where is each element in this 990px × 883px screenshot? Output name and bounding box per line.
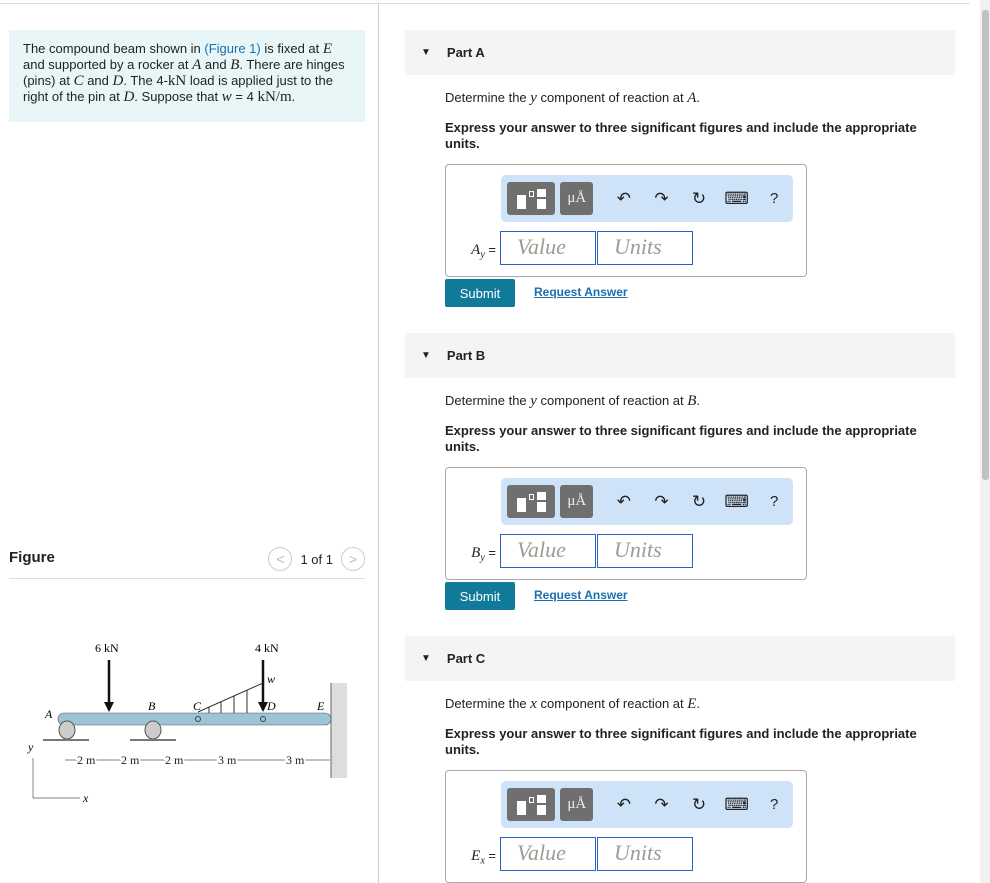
undo-icon[interactable]: ↶ <box>605 795 643 815</box>
beam <box>57 712 332 726</box>
dim-4: 3 m <box>218 753 237 767</box>
units-symbols-button[interactable]: μÅ <box>560 788 594 821</box>
answer-box: μÅ ↶ ↷ ↻ ⌨ ? Ay = Value Units <box>445 164 807 277</box>
instructions: Express your answer to three significant… <box>445 423 917 454</box>
reset-icon[interactable]: ↻ <box>680 492 718 512</box>
instructions: Express your answer to three significant… <box>445 120 917 151</box>
units-input[interactable]: Units <box>597 837 693 871</box>
part-title: Part B <box>446 348 486 363</box>
templates-button[interactable] <box>507 182 556 215</box>
beam-figure: 6 kN 4 kN w A B C D E y x 2 m 2 m 2 m 3 … <box>27 641 347 805</box>
submit-button[interactable]: Submit <box>445 582 515 610</box>
units-symbols-button[interactable]: μÅ <box>560 182 594 215</box>
figure-page-count: 1 of 1 <box>300 551 333 567</box>
units-symbols-button[interactable]: μÅ <box>560 485 594 518</box>
collapse-triangle-icon[interactable]: ▼ <box>421 47 431 58</box>
label-b: B <box>148 699 156 713</box>
answer-label: Ex = <box>471 848 496 867</box>
instructions: Express your answer to three significant… <box>445 726 917 757</box>
part-title: Part C <box>446 651 486 666</box>
dim-3: 2 m <box>165 753 184 767</box>
math-toolbar: μÅ ↶ ↷ ↻ ⌨ ? <box>501 175 793 222</box>
part-c: ▼ Part C Determine the x component of rea… <box>405 636 955 883</box>
answer-label: By = <box>471 545 496 564</box>
label-6kn: 6 kN <box>95 641 119 655</box>
submit-button[interactable]: Submit <box>445 279 515 307</box>
part-header[interactable]: ▼ Part A <box>405 30 955 75</box>
answer-box: μÅ ↶ ↷ ↻ ⌨ ? By = Value Units <box>445 467 807 580</box>
request-answer-link[interactable]: Request Answer <box>534 285 628 299</box>
label-4kn: 4 kN <box>255 641 279 655</box>
redo-icon[interactable]: ↷ <box>643 492 681 512</box>
keyboard-icon[interactable]: ⌨ <box>718 492 756 512</box>
part-b: ▼ Part B Determine the y component of rea… <box>405 333 955 610</box>
redo-icon[interactable]: ↷ <box>643 795 681 815</box>
help-icon[interactable]: ? <box>755 190 793 207</box>
label-c: C <box>193 699 202 713</box>
undo-icon[interactable]: ↶ <box>605 189 643 209</box>
pane-divider[interactable] <box>378 3 379 883</box>
help-icon[interactable]: ? <box>755 493 793 510</box>
part-a: ▼ Part A Determine the y component of rea… <box>405 30 955 307</box>
question-text: Determine the y component of reaction at… <box>445 90 701 106</box>
label-w: w <box>267 672 275 686</box>
templates-button[interactable] <box>507 485 556 518</box>
reset-icon[interactable]: ↻ <box>680 189 718 209</box>
dim-2: 2 m <box>121 753 140 767</box>
next-figure-button[interactable]: > <box>341 547 365 571</box>
axis-y-label: y <box>27 740 34 754</box>
part-title: Part A <box>446 45 485 60</box>
math-toolbar: μÅ ↶ ↷ ↻ ⌨ ? <box>501 781 793 828</box>
label-a: A <box>44 707 53 721</box>
figure-header: Figure < 1 of 1 > <box>9 545 365 579</box>
axis-x-label: x <box>82 791 89 805</box>
prev-figure-button[interactable]: < <box>268 547 293 571</box>
problem-statement: The compound beam shown in (Figure 1) is… <box>9 30 365 122</box>
value-input[interactable]: Value <box>500 534 596 568</box>
reset-icon[interactable]: ↻ <box>680 795 718 815</box>
keyboard-icon[interactable]: ⌨ <box>718 795 756 815</box>
fixed-wall <box>331 683 347 778</box>
math-toolbar: μÅ ↶ ↷ ↻ ⌨ ? <box>501 478 793 525</box>
collapse-triangle-icon[interactable]: ▼ <box>421 350 431 361</box>
dim-5: 3 m <box>286 753 305 767</box>
figure-link[interactable]: (Figure 1) <box>204 41 260 56</box>
keyboard-icon[interactable]: ⌨ <box>718 189 756 209</box>
figure-pager: < 1 of 1 > <box>268 547 365 571</box>
distributed-load <box>197 682 264 713</box>
top-border <box>0 3 970 4</box>
answer-box: μÅ ↶ ↷ ↻ ⌨ ? Ex = Value Units <box>445 770 807 883</box>
part-header[interactable]: ▼ Part C <box>405 636 955 681</box>
undo-icon[interactable]: ↶ <box>605 492 643 512</box>
question-text: Determine the y component of reaction at… <box>445 393 701 409</box>
question-text: Determine the x component of reaction at… <box>445 696 701 712</box>
answer-label: Ay = <box>471 242 496 261</box>
dim-1: 2 m <box>77 753 96 767</box>
label-e: E <box>316 699 325 713</box>
units-input[interactable]: Units <box>597 534 693 568</box>
collapse-triangle-icon[interactable]: ▼ <box>421 653 431 664</box>
scrollbar-thumb[interactable] <box>982 10 989 480</box>
help-icon[interactable]: ? <box>755 796 793 813</box>
units-input[interactable]: Units <box>597 231 693 265</box>
figure-label: Figure <box>9 549 55 566</box>
part-header[interactable]: ▼ Part B <box>405 333 955 378</box>
value-input[interactable]: Value <box>500 837 596 871</box>
label-d: D <box>266 699 276 713</box>
value-input[interactable]: Value <box>500 231 596 265</box>
redo-icon[interactable]: ↷ <box>643 189 681 209</box>
request-answer-link[interactable]: Request Answer <box>534 588 628 602</box>
templates-button[interactable] <box>507 788 556 821</box>
